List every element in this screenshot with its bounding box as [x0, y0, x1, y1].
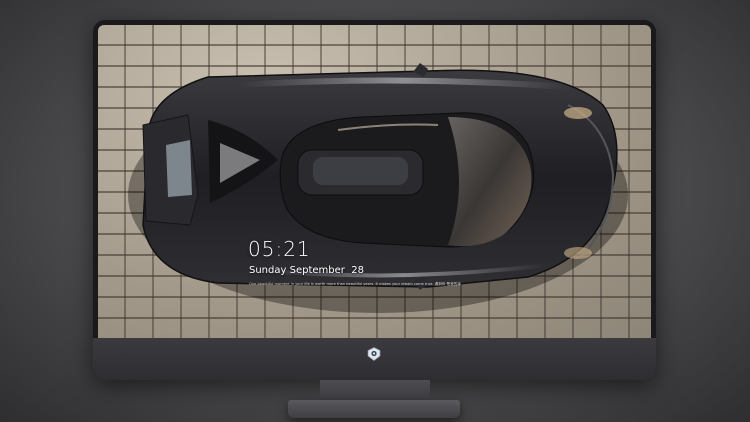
lock-date: Sunday September 28	[249, 265, 364, 276]
monitor-stand-base	[288, 400, 460, 418]
lock-tagline: One beautiful moment in your life is wor…	[249, 282, 461, 286]
desktop-screen: 05:21 Sunday September 28 One beautiful …	[98, 25, 651, 338]
brand-logo-icon	[367, 347, 381, 361]
monitor-bezel: 05:21 Sunday September 28 One beautiful …	[93, 20, 656, 380]
lock-clock: 05:21	[248, 237, 311, 261]
car-wallpaper	[128, 63, 628, 313]
